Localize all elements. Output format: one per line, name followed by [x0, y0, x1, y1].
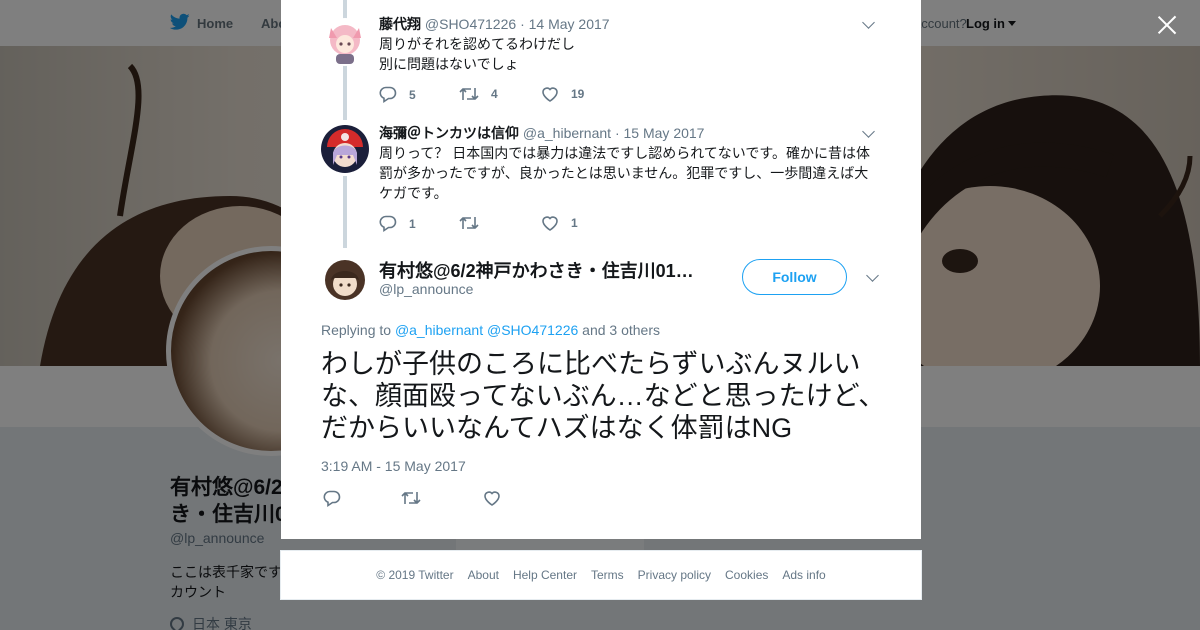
footer-link-ads-info[interactable]: Ads info — [782, 568, 825, 582]
avatar-image — [321, 18, 369, 66]
chevron-down-icon[interactable] — [866, 269, 879, 282]
retweet-icon[interactable] — [401, 490, 421, 506]
like-icon[interactable] — [541, 86, 559, 102]
like-icon[interactable] — [483, 490, 501, 506]
tweet-modal: 藤代翔 @SHO471226 · 14 May 2017 周りがそれを認めてるわ… — [281, 0, 921, 539]
follow-button[interactable]: Follow — [742, 259, 847, 295]
retweet-action[interactable] — [459, 215, 491, 231]
like-count: 19 — [571, 87, 585, 101]
reply-tweet[interactable]: 海彌＠トンカツは信仰 @a_hibernant · 15 May 2017 周り… — [321, 123, 881, 243]
reply-author-handle[interactable]: @a_hibernant — [523, 125, 611, 141]
reply-count: 1 — [409, 216, 416, 231]
reply-author-name[interactable]: 海彌＠トンカツは信仰 — [379, 125, 519, 141]
footer-copyright: © 2019 Twitter — [376, 568, 454, 582]
replying-others[interactable]: and 3 others — [582, 322, 660, 338]
modal-footer: © 2019 Twitter About Help Center Terms P… — [280, 550, 922, 600]
footer-link-terms[interactable]: Terms — [591, 568, 624, 582]
like-count: 1 — [571, 216, 578, 230]
reply-icon[interactable] — [379, 215, 397, 232]
reply-icon[interactable] — [379, 86, 397, 103]
avatar-image — [321, 256, 369, 304]
footer-link-help-center[interactable]: Help Center — [513, 568, 577, 582]
reply-author-handle[interactable]: @SHO471226 — [425, 16, 516, 32]
reply-text: 周りがそれを認めてるわけだし 別に問題はないでしょ — [379, 36, 575, 72]
tweet-text: わしが子供のころに比べたらずいぶんヌルいな、顔面殴ってないぶん…などと思ったけど… — [321, 349, 886, 443]
like-action[interactable] — [483, 490, 501, 506]
tweet-author-avatar[interactable] — [321, 256, 369, 304]
retweet-icon[interactable] — [459, 86, 479, 102]
mention-link[interactable]: @a_hibernant — [395, 322, 483, 338]
avatar-image — [321, 125, 369, 173]
reply-avatar[interactable] — [321, 125, 369, 173]
replying-to: Replying to @a_hibernant @SHO471226 and … — [321, 322, 660, 338]
tweet-author-handle[interactable]: @lp_announce — [379, 281, 473, 297]
like-action[interactable]: 19 — [541, 86, 584, 102]
separator-dot: · — [520, 16, 525, 32]
reply-header: 海彌＠トンカツは信仰 @a_hibernant · 15 May 2017 — [379, 123, 704, 143]
retweet-icon[interactable] — [459, 215, 479, 231]
reply-action[interactable] — [323, 490, 341, 507]
reply-author-name[interactable]: 藤代翔 — [379, 16, 421, 32]
separator-dot: · — [614, 125, 620, 141]
footer-links: © 2019 Twitter About Help Center Terms P… — [281, 568, 921, 582]
tweet-timestamp[interactable]: 3:19 AM - 15 May 2017 — [321, 458, 466, 474]
tweet-author-name[interactable]: 有村悠@6/2神戸かわさき・住吉川01… — [379, 257, 709, 283]
chevron-down-icon[interactable] — [862, 125, 875, 138]
reply-header: 藤代翔 @SHO471226 · 14 May 2017 — [379, 14, 610, 34]
chevron-down-icon[interactable] — [862, 16, 875, 29]
footer-link-cookies[interactable]: Cookies — [725, 568, 768, 582]
retweet-action[interactable] — [401, 490, 421, 506]
retweet-count: 4 — [491, 87, 498, 101]
like-action[interactable]: 1 — [541, 215, 578, 231]
reply-date[interactable]: 14 May 2017 — [529, 16, 610, 32]
reply-tweet[interactable]: 藤代翔 @SHO471226 · 14 May 2017 周りがそれを認めてるわ… — [321, 14, 881, 114]
reply-action[interactable]: 1 — [379, 215, 416, 232]
replying-prefix: Replying to — [321, 322, 392, 338]
reply-date[interactable]: 15 May 2017 — [624, 125, 705, 141]
reply-avatar[interactable] — [321, 18, 369, 66]
retweet-action[interactable]: 4 — [459, 86, 498, 102]
reply-action[interactable]: 5 — [379, 86, 416, 103]
close-icon[interactable] — [1154, 12, 1180, 38]
like-icon[interactable] — [541, 215, 559, 231]
tweet-header: 有村悠@6/2神戸かわさき・住吉川01… @lp_announce Follow — [321, 254, 881, 304]
mention-link[interactable]: @SHO471226 — [487, 322, 578, 338]
reply-icon[interactable] — [323, 490, 341, 507]
reply-count: 5 — [409, 87, 416, 102]
footer-link-about[interactable]: About — [468, 568, 499, 582]
reply-text: 周りって？ 日本国内では暴力は違法ですし認められてないです。確かに昔は体罰が多か… — [379, 145, 870, 201]
footer-link-privacy[interactable]: Privacy policy — [638, 568, 711, 582]
